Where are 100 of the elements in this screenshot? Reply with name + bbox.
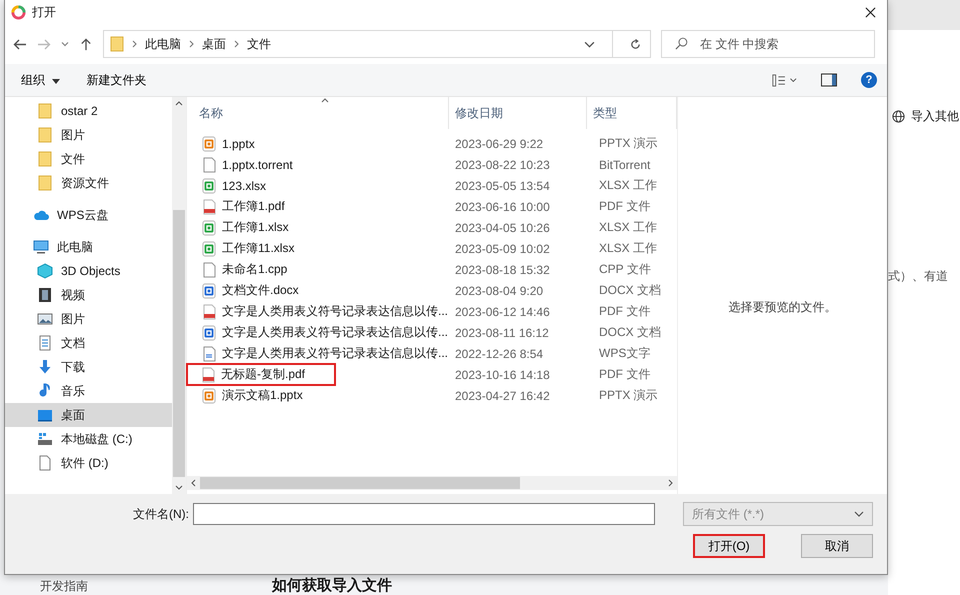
- type-cell-text: BitTorrent: [598, 158, 652, 172]
- refresh-icon[interactable]: [630, 38, 641, 50]
- file-icon: [202, 262, 216, 278]
- app-logo-icon: [11, 4, 26, 20]
- type-cell-text: PDF 文件: [598, 303, 652, 320]
- scroll-left-icon[interactable]: [191, 479, 196, 487]
- download-icon: [37, 359, 53, 375]
- video-icon: [37, 287, 53, 303]
- file-name-cell[interactable]: 演示文稿1.pptx: [187, 385, 449, 406]
- date-cell-text: 2023-06-29 9:22: [454, 136, 544, 150]
- chevron-right-icon: [132, 40, 137, 48]
- organize-menu[interactable]: 组织: [17, 70, 64, 90]
- column-header[interactable]: 名称: [187, 97, 449, 129]
- sidebar-item[interactable]: 本地磁盘 (C:): [5, 427, 172, 451]
- folder-icon: [37, 175, 53, 191]
- folder-icon: [37, 103, 53, 119]
- file-name-cell[interactable]: 无标题-复制.pdf: [187, 364, 335, 385]
- chevron-down-icon[interactable]: [61, 41, 69, 47]
- date-cell-text: 2023-10-16 14:18: [454, 368, 551, 382]
- file-name: 工作簿1.xlsx: [222, 219, 289, 236]
- preview-pane-icon[interactable]: [821, 72, 837, 88]
- file-name: 1.pptx: [222, 136, 255, 150]
- dropdown-triangle-icon: [52, 78, 60, 84]
- help-icon[interactable]: ?: [861, 72, 877, 88]
- file-name-cell[interactable]: 工作簿1.pdf: [187, 196, 449, 217]
- search-icon: [675, 37, 688, 50]
- sidebar-item[interactable]: 3D Objects: [5, 259, 172, 283]
- date-cell-text: 2023-05-09 10:02: [454, 242, 551, 256]
- sidebar-item[interactable]: 文件: [5, 147, 172, 171]
- up-arrow-icon[interactable]: [79, 38, 93, 50]
- sidebar-item[interactable]: 下载: [5, 355, 172, 379]
- breadcrumb-item[interactable]: 桌面: [202, 36, 226, 52]
- date-cell-text: 2023-06-12 14:46: [454, 304, 551, 318]
- file-name-cell[interactable]: 工作簿11.xlsx: [187, 238, 449, 259]
- scroll-down-icon[interactable]: [175, 485, 183, 490]
- date-cell-text: 2023-08-18 15:32: [454, 262, 551, 276]
- sidebar-item[interactable]: 软件 (D:): [5, 451, 172, 475]
- file-name: 文字是人类用表义符号记录表达信息以传...: [222, 324, 448, 341]
- filename-field[interactable]: [193, 503, 655, 525]
- sidebar-item[interactable]: 文档: [5, 331, 172, 355]
- sidebar-item[interactable]: 图片: [5, 307, 172, 331]
- file-name-cell[interactable]: 文字是人类用表义符号记录表达信息以传...: [187, 322, 449, 343]
- scrollbar[interactable]: [172, 97, 186, 494]
- file-name: 文档文件.docx: [222, 282, 299, 299]
- pdf-file-icon: [201, 366, 215, 382]
- sidebar-item[interactable]: 图片: [5, 123, 172, 147]
- type-cell-text: CPP 文件: [598, 261, 652, 278]
- file-icon: [202, 388, 216, 404]
- file-name-cell[interactable]: 工作簿1.xlsx: [187, 217, 449, 238]
- file-name-cell[interactable]: 文档文件.docx: [187, 280, 449, 301]
- file-icon: [202, 178, 216, 194]
- search-field[interactable]: 在 文件 中搜索: [661, 30, 875, 58]
- music-icon: [37, 383, 53, 399]
- file-name-cell[interactable]: 1.pptx: [187, 133, 449, 154]
- file-name-cell[interactable]: 123.xlsx: [187, 175, 449, 196]
- horizontal-scrollbar[interactable]: [187, 476, 677, 490]
- preview-message: 选择要预览的文件。: [728, 299, 836, 316]
- scroll-up-icon[interactable]: [175, 101, 183, 106]
- date-cell-text: 2023-08-11 16:12: [454, 326, 550, 340]
- type-cell-text: XLSX 工作: [598, 240, 658, 257]
- import-link[interactable]: 导入其他: [911, 108, 959, 125]
- file-name-cell[interactable]: 文字是人类用表义符号记录表达信息以传...: [187, 301, 449, 322]
- file-name: 无标题-复制.pdf: [221, 366, 306, 383]
- open-button[interactable]: 打开(O): [693, 534, 765, 558]
- globe-icon: [892, 110, 905, 123]
- close-icon[interactable]: [865, 6, 876, 18]
- sidebar-item[interactable]: 桌面: [5, 403, 172, 427]
- new-folder-button[interactable]: 新建文件夹: [82, 70, 150, 90]
- column-header[interactable]: 类型: [587, 97, 677, 129]
- cancel-button[interactable]: 取消: [801, 534, 873, 558]
- file-name-cell[interactable]: 1.pptx.torrent: [187, 154, 449, 175]
- sidebar-item[interactable]: 音乐: [5, 379, 172, 403]
- scroll-right-icon[interactable]: [668, 479, 673, 487]
- sidebar-item[interactable]: WPS云盘: [5, 203, 172, 227]
- sidebar-item[interactable]: 视频: [5, 283, 172, 307]
- file-icon: [202, 324, 216, 340]
- file-name: 未命名1.cpp: [222, 261, 288, 278]
- document-icon: [37, 335, 53, 351]
- view-list-icon[interactable]: [771, 74, 797, 86]
- type-cell-text: WPS文字: [598, 345, 652, 362]
- sidebar-item[interactable]: 此电脑: [5, 235, 172, 259]
- address-bar[interactable]: 此电脑 桌面 文件: [103, 30, 651, 58]
- file-name-cell[interactable]: 文字是人类用表义符号记录表达信息以传...: [187, 343, 449, 364]
- nav-item[interactable]: 开发指南: [40, 578, 88, 595]
- date-cell-text: 2023-04-05 10:26: [454, 220, 551, 234]
- filename-label: 文件名(N):: [133, 506, 189, 522]
- file-name-cell[interactable]: 未命名1.cpp: [187, 259, 449, 280]
- type-cell-text: DOCX 文档: [598, 282, 662, 299]
- file-name: 1.pptx.torrent: [222, 158, 293, 172]
- breadcrumb-item[interactable]: 此电脑: [145, 36, 181, 52]
- breadcrumb-item[interactable]: 文件: [247, 36, 271, 52]
- window-header: [888, 0, 960, 30]
- sidebar-item[interactable]: ostar 2: [5, 99, 172, 123]
- date-cell-text: 2023-06-16 10:00: [454, 200, 551, 214]
- sidebar-item[interactable]: 资源文件: [5, 171, 172, 195]
- column-header[interactable]: 修改日期: [449, 97, 587, 129]
- file-icon: [202, 346, 216, 362]
- chevron-down-icon: [854, 511, 864, 517]
- date-cell-text: 2023-08-22 10:23: [454, 158, 551, 172]
- back-arrow-icon[interactable]: [13, 38, 27, 50]
